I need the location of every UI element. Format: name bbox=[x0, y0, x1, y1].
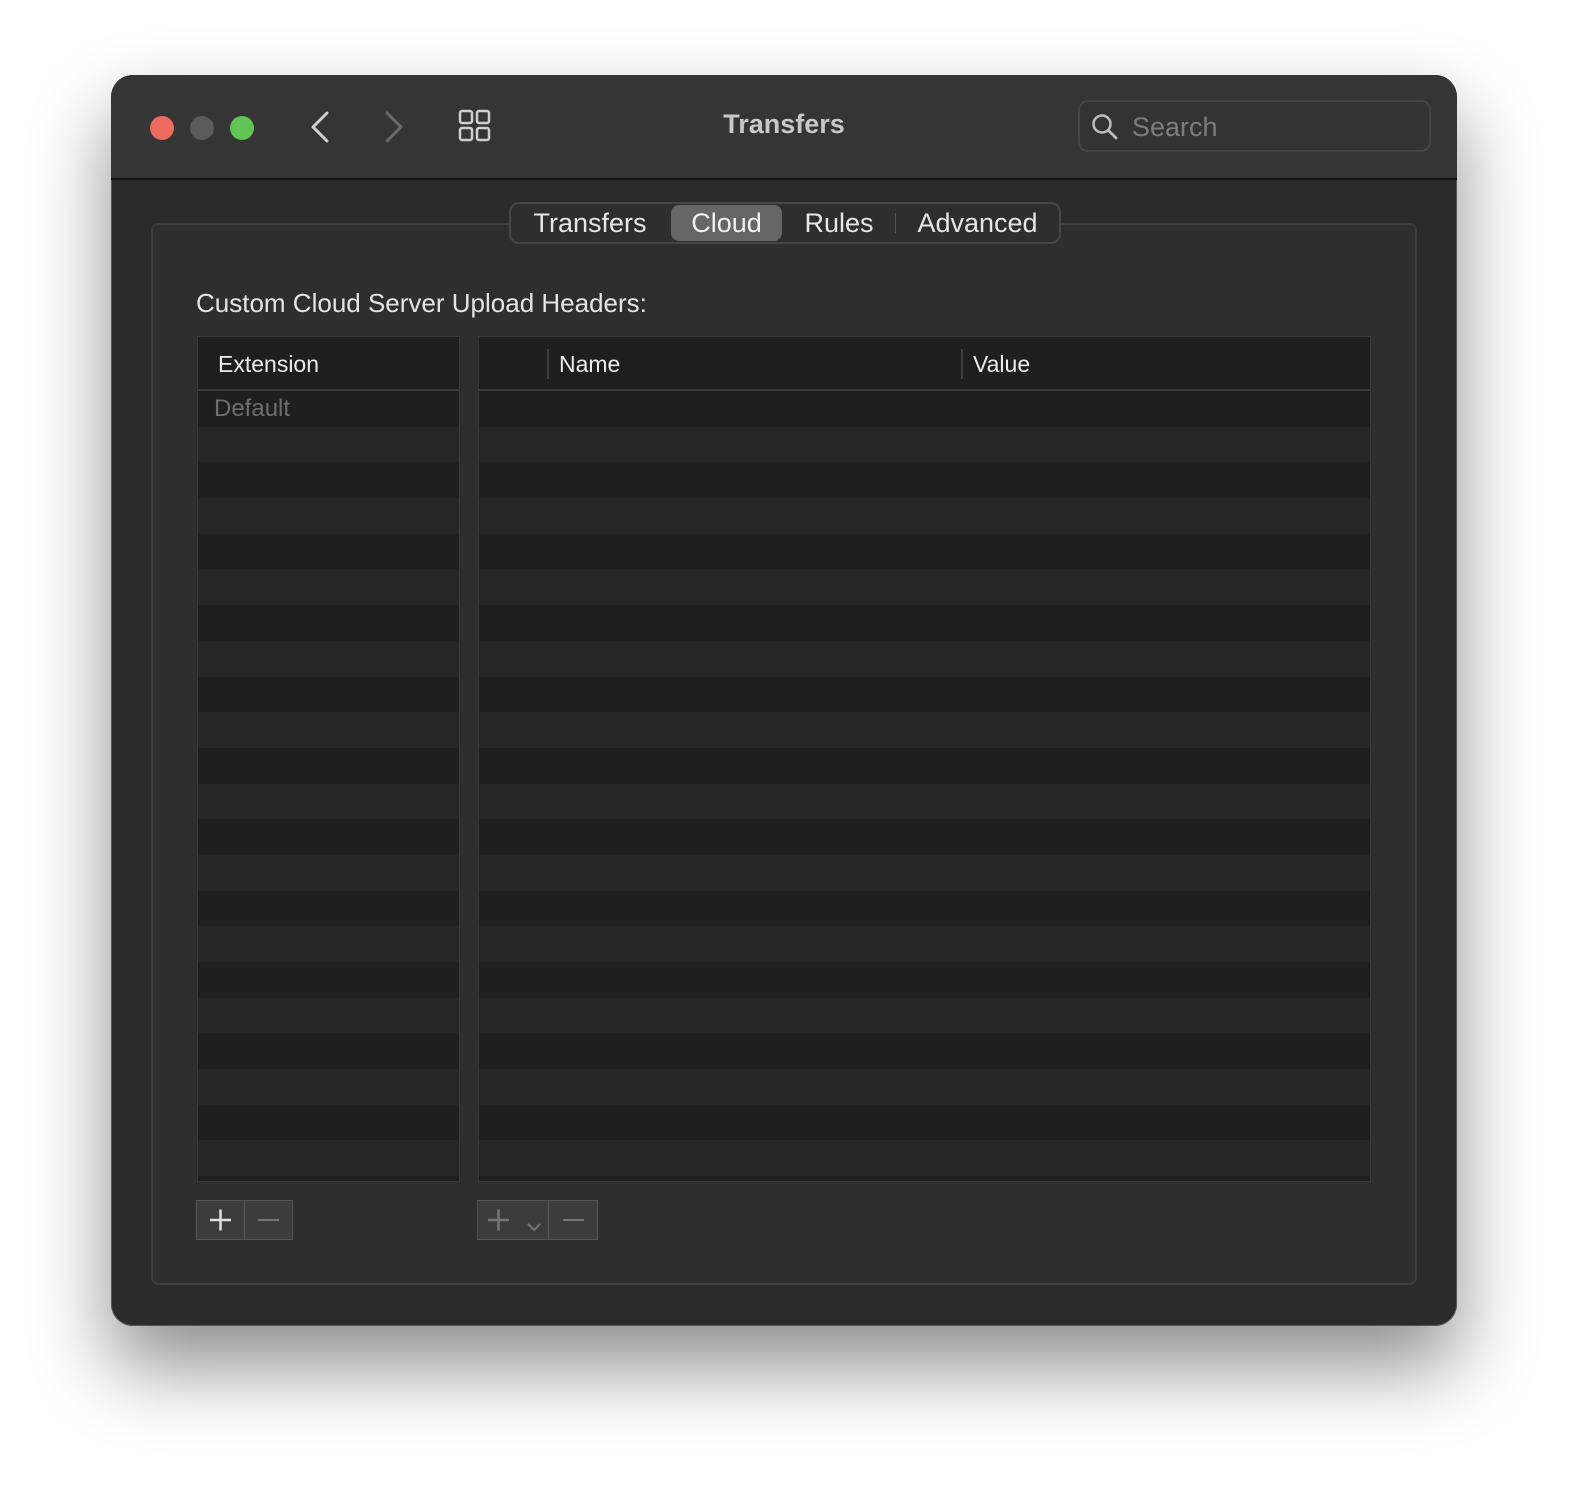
table-row bbox=[198, 819, 459, 855]
table-row bbox=[479, 962, 1370, 998]
tab-cloud[interactable]: Cloud bbox=[671, 205, 782, 241]
headers-table-header: Name Value bbox=[479, 337, 1370, 391]
chevron-down-icon bbox=[527, 1223, 541, 1232]
table-row bbox=[198, 498, 459, 534]
table-row bbox=[479, 1176, 1370, 1181]
add-extension-button[interactable] bbox=[197, 1201, 244, 1239]
tab-transfers[interactable]: Transfers bbox=[511, 204, 669, 242]
column-separator bbox=[547, 349, 549, 379]
table-row bbox=[479, 640, 1370, 677]
table-row bbox=[198, 1069, 459, 1105]
table-row bbox=[198, 926, 459, 962]
headers-rows bbox=[479, 391, 1370, 1181]
table-row bbox=[198, 605, 459, 641]
table-row bbox=[198, 854, 459, 891]
table-row bbox=[479, 712, 1370, 748]
table-row bbox=[479, 498, 1370, 534]
header-button-group bbox=[477, 1200, 598, 1240]
search-input[interactable] bbox=[1130, 108, 1424, 146]
table-row bbox=[198, 747, 459, 784]
search-icon bbox=[1092, 114, 1118, 140]
table-row bbox=[479, 462, 1370, 499]
add-header-menu-button[interactable] bbox=[478, 1201, 548, 1239]
plus-icon bbox=[210, 1209, 231, 1231]
table-row bbox=[198, 1104, 459, 1141]
section-heading: Custom Cloud Server Upload Headers: bbox=[196, 288, 647, 318]
column-separator[interactable] bbox=[961, 349, 963, 379]
table-row bbox=[198, 1140, 459, 1177]
column-header-name[interactable]: Name bbox=[559, 351, 620, 378]
table-row bbox=[479, 1104, 1370, 1141]
table-row bbox=[198, 997, 459, 1034]
table-row bbox=[198, 1176, 459, 1181]
table-row bbox=[479, 605, 1370, 641]
table-row bbox=[479, 426, 1370, 463]
extension-cell: Default bbox=[214, 395, 291, 422]
table-row bbox=[198, 569, 459, 606]
remove-header-button[interactable] bbox=[549, 1201, 597, 1239]
table-row bbox=[198, 676, 459, 713]
minus-icon bbox=[563, 1219, 584, 1221]
table-row bbox=[479, 926, 1370, 962]
table-row bbox=[479, 533, 1370, 570]
table-row bbox=[479, 391, 1370, 427]
table-row bbox=[479, 783, 1370, 820]
table-row bbox=[479, 747, 1370, 784]
remove-extension-button[interactable] bbox=[245, 1201, 292, 1239]
preferences-window: Transfers Transfers Cloud Rules Advanced… bbox=[111, 75, 1457, 1326]
column-header-extension[interactable]: Extension bbox=[218, 351, 319, 378]
table-row bbox=[198, 890, 459, 927]
titlebar: Transfers bbox=[111, 75, 1457, 180]
extension-table[interactable]: Extension Default bbox=[197, 336, 460, 1182]
extension-button-group bbox=[196, 1200, 293, 1240]
table-row bbox=[479, 1033, 1370, 1070]
table-row bbox=[479, 569, 1370, 606]
table-row bbox=[479, 890, 1370, 927]
table-row bbox=[198, 712, 459, 748]
table-row bbox=[479, 1140, 1370, 1177]
tab-advanced[interactable]: Advanced bbox=[896, 204, 1059, 242]
table-row bbox=[198, 462, 459, 499]
extension-rows: Default bbox=[198, 391, 459, 1181]
tab-rules[interactable]: Rules bbox=[783, 204, 895, 242]
minus-icon bbox=[258, 1219, 279, 1221]
table-row bbox=[198, 640, 459, 677]
table-row bbox=[198, 962, 459, 998]
table-row bbox=[198, 533, 459, 570]
table-row[interactable]: Default bbox=[198, 391, 459, 427]
table-row bbox=[479, 997, 1370, 1034]
headers-table[interactable]: Name Value bbox=[478, 336, 1371, 1182]
table-row bbox=[198, 426, 459, 463]
table-row bbox=[479, 854, 1370, 891]
table-row bbox=[479, 819, 1370, 855]
table-row bbox=[198, 1033, 459, 1070]
plus-icon bbox=[488, 1209, 509, 1231]
column-header-value[interactable]: Value bbox=[973, 351, 1030, 378]
tab-bar: Transfers Cloud Rules Advanced bbox=[509, 202, 1061, 244]
table-row bbox=[198, 783, 459, 820]
table-row bbox=[479, 1069, 1370, 1105]
extension-table-header: Extension bbox=[198, 337, 459, 391]
search-field[interactable] bbox=[1078, 100, 1431, 152]
table-row bbox=[479, 676, 1370, 713]
